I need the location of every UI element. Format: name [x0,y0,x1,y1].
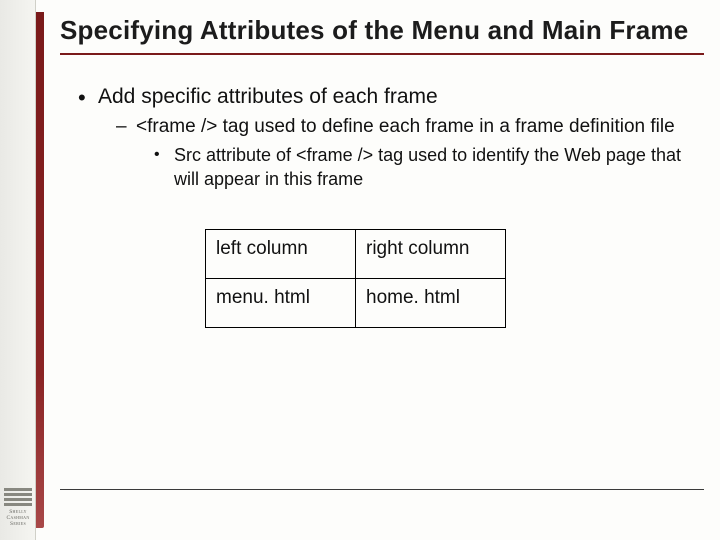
logo-bars-icon [4,488,32,506]
bullet-l1-text: Add specific attributes of each frame [98,85,438,108]
accent-stripe [36,12,44,528]
series-logo: Shelly Cashman Series [3,488,33,534]
bullet-level1: Add specific attributes of each frame <f… [60,85,704,192]
table-row: menu. html home. html [206,279,506,328]
table-cell: right column [356,230,506,279]
bullet-l2-text: <frame /> tag used to define each frame … [136,116,675,137]
logo-text: Shelly Cashman Series [6,509,29,527]
frame-table: left column right column menu. html home… [205,229,506,328]
sidebar-decoration: Shelly Cashman Series [0,0,36,540]
table-cell: left column [206,230,356,279]
slide-title: Specifying Attributes of the Menu and Ma… [60,0,704,55]
bullet-l3-text: Src attribute of <frame /> tag used to i… [174,145,681,188]
bullet-list: Add specific attributes of each frame <f… [60,85,704,192]
bottom-rule [60,489,704,490]
table-cell: menu. html [206,279,356,328]
table-cell: home. html [356,279,506,328]
table-row: left column right column [206,230,506,279]
frame-table-container: left column right column menu. html home… [205,229,704,328]
bullet-level2: <frame /> tag used to define each frame … [98,115,704,192]
slide-content: Specifying Attributes of the Menu and Ma… [60,0,704,510]
bullet-level3: Src attribute of <frame /> tag used to i… [136,144,704,191]
